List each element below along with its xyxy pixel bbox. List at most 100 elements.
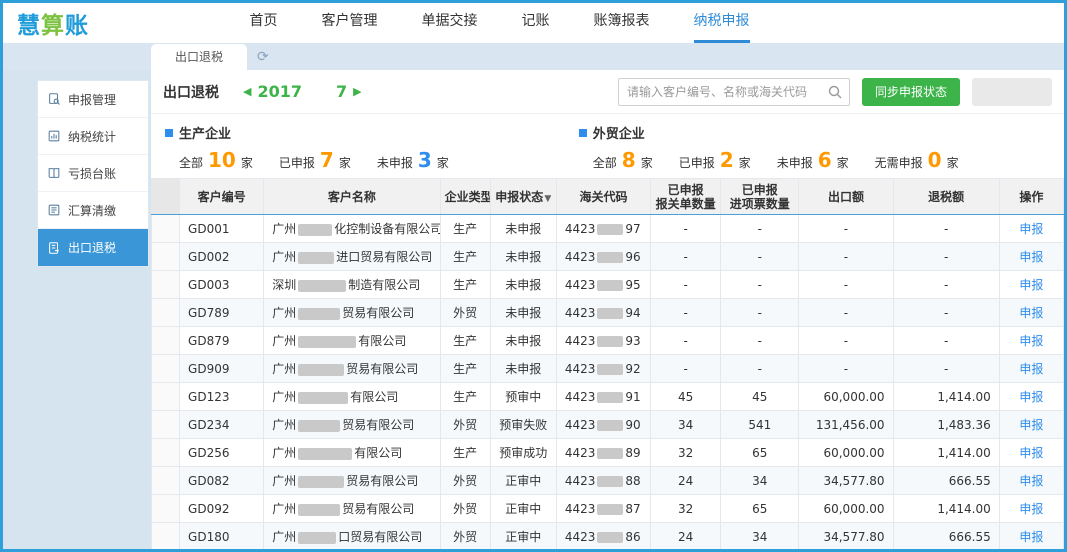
redacted-text [298, 224, 332, 236]
declared-invoices-cell: 65 [721, 439, 799, 467]
declared-forms-cell: - [651, 271, 721, 299]
customer-name-cell: 广州贸易有限公司 [264, 355, 440, 383]
declare-link[interactable]: 申报 [1019, 530, 1043, 544]
app-logo: 慧算账 [17, 6, 89, 40]
sidebar-panel: 申报管理 纳税统计 亏损台账 汇算清缴 出口退税 [37, 80, 149, 267]
table-row: GD002 广州进口贸易有限公司 生产 未申报 442396 - - - - 申… [152, 243, 1064, 271]
declare-link[interactable]: 申报 [1019, 502, 1043, 516]
redacted-button[interactable] [972, 78, 1052, 106]
export-amount-cell: - [799, 215, 893, 243]
customer-code-cell: GD879 [180, 327, 264, 355]
customer-name-cell: 深圳制造有限公司 [264, 271, 440, 299]
bullet-icon [579, 129, 587, 137]
redacted-text [597, 336, 623, 347]
nav-item-customers[interactable]: 客户管理 [322, 3, 378, 43]
header-customer-name: 客户名称 [264, 179, 440, 215]
period-picker: ◀ 2017 7 ▶ [237, 82, 368, 101]
declare-link[interactable]: 申报 [1019, 222, 1043, 236]
header-operation: 操作 [999, 179, 1063, 215]
nav-item-bookkeeping[interactable]: 记账 [522, 3, 550, 43]
redacted-text [298, 252, 334, 264]
sidebar-item-label: 纳税统计 [68, 128, 116, 145]
redacted-text [298, 532, 336, 544]
declare-link[interactable]: 申报 [1019, 278, 1043, 292]
table-row: GD256 广州有限公司 生产 预审成功 442389 32 65 60,000… [152, 439, 1064, 467]
operation-cell: 申报 [999, 523, 1063, 551]
customer-name-cell: 广州有限公司 [264, 327, 440, 355]
redacted-text [298, 336, 356, 348]
declared-invoices-cell: 34 [721, 523, 799, 551]
customs-code-cell: 442394 [556, 299, 650, 327]
table-row: GD001 广州化控制设备有限公司 生产 未申报 442397 - - - - … [152, 215, 1064, 243]
search-icon[interactable] [827, 84, 843, 100]
declare-status-cell: 正审中 [490, 523, 556, 551]
customer-code-cell: GD909 [180, 355, 264, 383]
sidebar-item-export-refund[interactable]: 出口退税 [38, 229, 148, 266]
customs-code-cell: 442387 [556, 495, 650, 523]
refund-amount-cell: 1,414.00 [893, 439, 999, 467]
table-row: GD082 广州贸易有限公司 外贸 正审中 442388 24 34 34,57… [152, 467, 1064, 495]
tab-export-refund[interactable]: 出口退税 [151, 44, 247, 70]
declare-link[interactable]: 申报 [1019, 306, 1043, 320]
tax-stats-icon [47, 129, 61, 143]
customs-code-cell: 442388 [556, 467, 650, 495]
header-declared-invoices: 已申报进项票数量 [721, 179, 799, 215]
declare-status-cell: 正审中 [490, 467, 556, 495]
declare-link[interactable]: 申报 [1019, 390, 1043, 404]
export-refund-icon [47, 241, 61, 255]
redacted-text [597, 420, 623, 431]
next-month-icon[interactable]: ▶ [347, 85, 367, 98]
prev-month-icon[interactable]: ◀ [237, 85, 257, 98]
declared-invoices-cell: 34 [721, 467, 799, 495]
row-select-cell [152, 383, 180, 411]
customer-code-cell: GD789 [180, 299, 264, 327]
table-row: GD003 深圳制造有限公司 生产 未申报 442395 - - - - 申报 [152, 271, 1064, 299]
customer-name-cell: 广州贸易有限公司 [264, 467, 440, 495]
customs-code-cell: 442392 [556, 355, 650, 383]
sidebar-item-loss-ledger[interactable]: 亏损台账 [38, 155, 148, 192]
declare-link[interactable]: 申报 [1019, 334, 1043, 348]
sync-status-button[interactable]: 同步申报状态 [862, 78, 960, 106]
declare-link[interactable]: 申报 [1019, 250, 1043, 264]
declared-forms-cell: 32 [651, 495, 721, 523]
declared-invoices-cell: 65 [721, 495, 799, 523]
export-amount-cell: - [799, 271, 893, 299]
header-export-amount: 出口额 [799, 179, 893, 215]
loss-ledger-icon [47, 166, 61, 180]
sidebar-item-label: 申报管理 [68, 91, 116, 108]
nav-item-home[interactable]: 首页 [250, 3, 278, 43]
nav-item-documents[interactable]: 单据交接 [422, 3, 478, 43]
sidebar-item-label: 汇算清缴 [68, 202, 116, 219]
header-customs-code: 海关代码 [556, 179, 650, 215]
declare-link[interactable]: 申报 [1019, 446, 1043, 460]
declare-link[interactable]: 申报 [1019, 418, 1043, 432]
nav-item-tax-declare[interactable]: 纳税申报 [694, 3, 750, 43]
header-declare-status[interactable]: 申报状态▼ [490, 179, 556, 215]
declare-link[interactable]: 申报 [1019, 474, 1043, 488]
refund-amount-cell: - [893, 243, 999, 271]
row-select-cell [152, 495, 180, 523]
refund-amount-cell: - [893, 327, 999, 355]
row-select-cell [152, 411, 180, 439]
sidebar-item-settlement[interactable]: 汇算清缴 [38, 192, 148, 229]
customer-name-cell: 广州化控制设备有限公司 [264, 215, 440, 243]
stat-declared: 已申报7家 [279, 148, 351, 172]
declared-invoices-cell: - [721, 299, 799, 327]
search-input[interactable] [618, 78, 850, 106]
redacted-text [597, 532, 623, 543]
header-enterprise-type[interactable]: 企业类型▼ [440, 179, 490, 215]
table-row: GD123 广州有限公司 生产 预审中 442391 45 45 60,000.… [152, 383, 1064, 411]
nav-item-reports[interactable]: 账簿报表 [594, 3, 650, 43]
redacted-text [298, 280, 346, 292]
declare-status-cell: 未申报 [490, 355, 556, 383]
enterprise-type-cell: 外贸 [440, 467, 490, 495]
sidebar-item-tax-stats[interactable]: 纳税统计 [38, 118, 148, 155]
refresh-icon[interactable]: ⟳ [257, 49, 269, 65]
customer-code-cell: GD002 [180, 243, 264, 271]
sidebar-item-declare-manage[interactable]: 申报管理 [38, 81, 148, 118]
declare-link[interactable]: 申报 [1019, 362, 1043, 376]
export-amount-cell: - [799, 355, 893, 383]
main-panel: 出口退税 ◀ 2017 7 ▶ 同步申报状态 [151, 70, 1064, 552]
declare-status-cell: 未申报 [490, 299, 556, 327]
refund-amount-cell: 666.55 [893, 523, 999, 551]
